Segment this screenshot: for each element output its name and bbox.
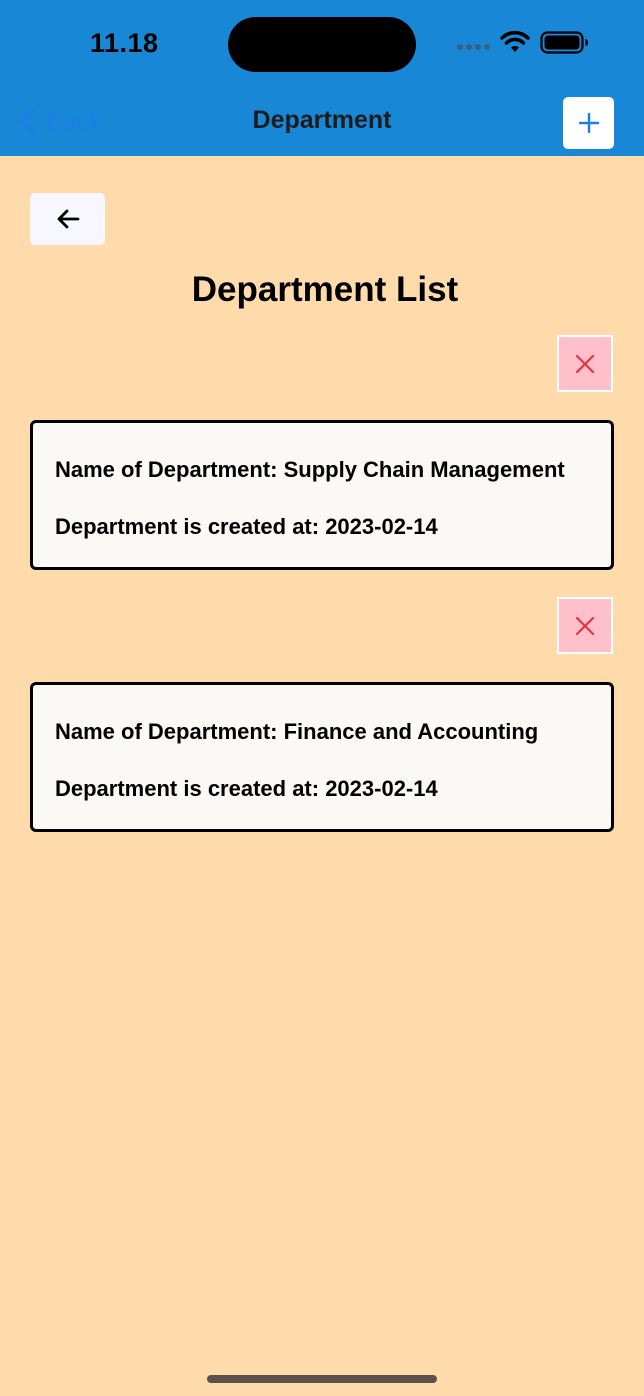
- home-indicator: [207, 1375, 437, 1383]
- nav-title: Department: [252, 106, 392, 134]
- app-header: 11.18 Back Department: [0, 0, 644, 156]
- page-title: Department List: [191, 270, 459, 309]
- department-name: Name of Department: Supply Chain Managem…: [55, 457, 565, 482]
- department-created-date: Department is created at: 2023-02-14: [55, 514, 438, 539]
- close-icon: [575, 616, 595, 635]
- department-card: Name of Department: Supply Chain Managem…: [30, 420, 614, 570]
- plus-icon: [578, 112, 599, 134]
- battery-icon: [540, 31, 588, 54]
- back-arrow-button[interactable]: [30, 193, 105, 245]
- department-name: Name of Department: Finance and Accounti…: [55, 719, 539, 744]
- cellular-dots-icon: [457, 44, 490, 50]
- wifi-icon: [500, 30, 530, 52]
- delete-department-button[interactable]: [557, 597, 613, 654]
- department-created-date: Department is created at: 2023-02-14: [55, 776, 438, 801]
- close-icon: [575, 354, 595, 373]
- add-department-button[interactable]: [563, 97, 614, 149]
- arrow-left-icon: [57, 209, 79, 229]
- department-card: Name of Department: Finance and Accounti…: [30, 682, 614, 832]
- status-time: 11.18: [90, 28, 159, 58]
- dynamic-island: [228, 17, 416, 72]
- delete-department-button[interactable]: [557, 335, 613, 392]
